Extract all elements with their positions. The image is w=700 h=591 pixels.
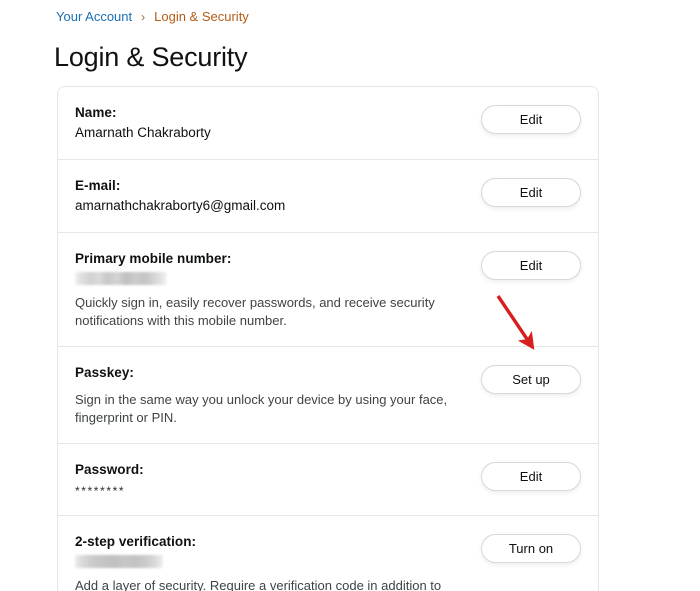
settings-row-email: E-mail: amarnathchakraborty6@gmail.com Edi…: [58, 160, 598, 233]
2-step-verification-turn-on-button[interactable]: Turn on: [481, 534, 581, 563]
redacted-value-2-step-verification: [75, 555, 163, 568]
name-edit-button[interactable]: Edit: [481, 105, 581, 134]
row-action: Edit: [481, 103, 581, 134]
breadcrumb-your-account-link[interactable]: Your Account: [56, 9, 132, 25]
row-action: Set up: [481, 363, 581, 394]
primary-mobile-number-edit-button[interactable]: Edit: [481, 251, 581, 280]
breadcrumb-current-page: Login & Security: [154, 9, 249, 24]
row-body: Primary mobile number: Quickly sign in, e…: [75, 249, 481, 330]
settings-row-passkey: Passkey: Sign in the same way you unlock …: [58, 347, 598, 444]
breadcrumb-separator-icon: ›: [141, 10, 146, 24]
row-body: Passkey: Sign in the same way you unlock …: [75, 363, 481, 427]
login-security-page: Your Account › Login & Security Login & …: [0, 0, 700, 591]
settings-row-password: Password: ******** Edit: [58, 444, 598, 516]
row-action: Edit: [481, 176, 581, 207]
row-action: Edit: [481, 249, 581, 280]
row-body: 2-step verification: Add a layer of secur…: [75, 532, 481, 591]
row-value-email: amarnathchakraborty6@gmail.com: [75, 198, 286, 213]
settings-row-name: Name: Amarnath Chakraborty Edit: [58, 87, 598, 160]
email-edit-button[interactable]: Edit: [481, 178, 581, 207]
row-label-primary-mobile-number: Primary mobile number:: [75, 251, 232, 266]
row-value-name: Amarnath Chakraborty: [75, 125, 211, 140]
row-value-password: ********: [75, 484, 126, 498]
password-edit-button[interactable]: Edit: [481, 462, 581, 491]
login-security-card: Name: Amarnath Chakraborty Edit E-mail: amar…: [57, 86, 599, 591]
row-body: E-mail: amarnathchakraborty6@gmail.com: [75, 176, 481, 216]
row-description-2-step-verification: Add a layer of security. Require a verif…: [75, 578, 442, 591]
row-action: Edit: [481, 460, 581, 491]
row-description-passkey: Sign in the same way you unlock your dev…: [75, 392, 448, 425]
settings-row-2-step-verification: 2-step verification: Add a layer of secur…: [58, 516, 598, 591]
row-description-primary-mobile-number: Quickly sign in, easily recover password…: [75, 295, 435, 328]
breadcrumb: Your Account › Login & Security: [56, 9, 249, 25]
settings-row-primary-mobile-number: Primary mobile number: Quickly sign in, e…: [58, 233, 598, 347]
row-label-2-step-verification: 2-step verification:: [75, 534, 197, 549]
row-label-passkey: Passkey:: [75, 365, 134, 380]
row-body: Password: ********: [75, 460, 481, 499]
redacted-value-primary-mobile-number: [75, 272, 167, 285]
row-body: Name: Amarnath Chakraborty: [75, 103, 481, 143]
row-label-name: Name:: [75, 105, 117, 120]
row-label-password: Password:: [75, 462, 144, 477]
page-title: Login & Security: [54, 42, 248, 72]
passkey-set-up-button[interactable]: Set up: [481, 365, 581, 394]
row-label-email: E-mail:: [75, 178, 121, 193]
row-action: Turn on: [481, 532, 581, 563]
